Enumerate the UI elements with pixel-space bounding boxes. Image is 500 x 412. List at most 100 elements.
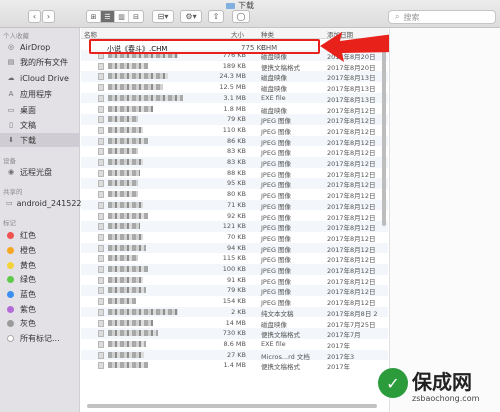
file-row[interactable]: 71 KB JPEG 图像 2017年8月12日	[81, 199, 388, 211]
sidebar-tag-red[interactable]: 红色	[0, 228, 80, 242]
gallery-view-button[interactable]: ⊟	[129, 11, 143, 22]
share-button[interactable]: ⇧	[208, 10, 224, 23]
file-row[interactable]: 1.8 MB 磁盘映像 2017年8月12日	[81, 104, 388, 115]
sidebar-item-remote-disc[interactable]: ◉ 远程光盘	[0, 165, 80, 179]
group-button[interactable]: ⊟▾	[152, 10, 174, 23]
file-size: 71 KB	[226, 200, 246, 209]
devices-header: 设备	[3, 157, 16, 165]
file-row[interactable]: 12.5 MB 磁盘映像 2017年8月13日	[81, 82, 388, 93]
sidebar-tag-gray[interactable]: 灰色	[0, 316, 80, 330]
blurred-file-name	[108, 223, 140, 230]
documents-icon: ▯	[9, 121, 13, 129]
blurred-file-name	[108, 340, 146, 347]
file-kind: JPEG 图像	[261, 192, 292, 201]
file-kind: JPEG 图像	[261, 299, 292, 308]
sidebar-all-tags[interactable]: 所有标记...	[0, 331, 80, 345]
file-row[interactable]: 95 KB JPEG 图像 2017年8月12日	[81, 178, 388, 189]
file-size: 100 KB	[222, 265, 246, 273]
file-row[interactable]: 2 KB 纯文本文稿 2017年8月8日 2	[81, 306, 388, 318]
file-size: 115 KB	[222, 254, 246, 263]
sidebar-item-documents[interactable]: ▯ 文稿	[0, 118, 80, 132]
file-kind: EXE file	[261, 339, 286, 348]
network-computer-icon: ▭	[6, 199, 13, 207]
sidebar-item-all-files[interactable]: ▤ 我的所有文件	[0, 55, 80, 69]
file-size: 121 KB	[222, 222, 246, 231]
file-date-added: 2017年8月12日	[327, 299, 376, 308]
file-row[interactable]: 14 MB 磁盘映像 2017年7月25日	[81, 318, 388, 329]
file-size: 91 KB	[226, 275, 246, 284]
file-row[interactable]: 8.6 MB EXE file 2017年	[81, 339, 388, 350]
file-row[interactable]: 80 KB JPEG 图像 2017年8月12日	[81, 189, 388, 200]
forward-button[interactable]: ›	[42, 10, 55, 23]
sidebar-tag-green[interactable]: 绿色	[0, 272, 80, 286]
folder-icon	[226, 2, 235, 9]
file-row[interactable]: 70 KB JPEG 图像 2017年8月12日	[81, 232, 388, 243]
file-icon	[98, 126, 104, 134]
file-row[interactable]: 91 KB JPEG 图像 2017年8月12日	[81, 275, 388, 286]
file-size: 95 KB	[226, 179, 246, 188]
sidebar-item-applications[interactable]: A 应用程序	[0, 87, 80, 101]
column-header-kind[interactable]: 种类	[261, 29, 274, 39]
tag-button[interactable]: ◯	[232, 10, 250, 23]
column-header-name[interactable]: 名称	[84, 29, 97, 39]
sidebar-tag-yellow[interactable]: 黄色	[0, 258, 80, 272]
file-row[interactable]: 24.3 MB 磁盘映像 2017年8月13日	[81, 71, 388, 82]
sidebar-item-downloads[interactable]: ⬇ 下载	[0, 133, 80, 147]
back-button[interactable]: ‹	[28, 10, 41, 23]
blurred-file-name	[108, 298, 136, 305]
file-row[interactable]: 100 KB JPEG 图像 2017年8月12日	[81, 264, 388, 275]
file-date-added: 2017年8月12日	[327, 224, 376, 233]
file-kind: JPEG 图像	[261, 213, 292, 222]
desktop-icon: ▭	[7, 106, 15, 114]
sidebar-item-desktop[interactable]: ▭ 桌面	[0, 103, 80, 117]
file-row[interactable]: 110 KB JPEG 图像 2017年8月12日	[81, 125, 388, 136]
green-tag-dot-icon	[7, 275, 14, 283]
file-date-added: 2017年7月	[327, 331, 361, 340]
file-row[interactable]: 79 KB JPEG 图像 2017年8月12日	[81, 285, 388, 296]
column-view-button[interactable]: ▥	[115, 11, 129, 22]
file-size: 80 KB	[226, 190, 246, 199]
file-row[interactable]: 3.1 MB EXE file 2017年8月13日	[81, 92, 388, 104]
file-row[interactable]: 94 KB JPEG 图像 2017年8月12日	[81, 242, 388, 254]
file-icon	[98, 276, 104, 284]
sidebar-tag-blue[interactable]: 蓝色	[0, 287, 80, 301]
file-row[interactable]: 154 KB JPEG 图像 2017年8月12日	[81, 296, 388, 307]
blurred-file-name	[108, 362, 148, 369]
file-date-added: 2017年8月12日	[327, 170, 376, 179]
file-row[interactable]: 1.4 MB 便携文稿格式 2017年	[81, 360, 388, 371]
file-row[interactable]: 730 KB 便携文稿格式 2017年7月	[81, 328, 388, 339]
sidebar-item-icloud[interactable]: ☁ iCloud Drive	[0, 71, 80, 85]
file-row[interactable]: 83 KB JPEG 图像 2017年8月12日	[81, 157, 388, 168]
action-button[interactable]: ⚙▾	[180, 10, 202, 23]
sidebar-item-airdrop[interactable]: ◎ AirDrop	[0, 40, 80, 54]
file-size: 189 KB	[222, 61, 246, 70]
vertical-scrollbar[interactable]	[382, 46, 386, 226]
list-view-button[interactable]: ☰	[101, 11, 115, 22]
sidebar-item-label: 所有标记...	[20, 333, 60, 343]
file-row[interactable]: 86 KB JPEG 图像 2017年8月12日	[81, 135, 388, 147]
file-date-added: 2017年8月12日	[327, 267, 376, 275]
sidebar-tag-orange[interactable]: 橙色	[0, 243, 80, 257]
file-kind: JPEG 图像	[261, 267, 292, 275]
file-row[interactable]: 92 KB JPEG 图像 2017年8月12日	[81, 211, 388, 222]
sidebar-tag-purple[interactable]: 紫色	[0, 302, 80, 316]
file-row[interactable]: 27 KB Micros...rd 文档 2017年3	[81, 349, 388, 361]
file-size: 3.1 MB	[223, 93, 246, 102]
column-header-size[interactable]: 大小	[231, 29, 244, 39]
file-row[interactable]: 121 KB JPEG 图像 2017年8月12日	[81, 221, 388, 232]
file-kind: JPEG 图像	[261, 181, 292, 190]
file-icon	[98, 148, 104, 156]
gray-tag-dot-icon	[7, 319, 14, 327]
file-size: 83 KB	[226, 158, 246, 166]
horizontal-scrollbar[interactable]	[87, 404, 377, 408]
highlighted-file-row[interactable]: 小说《春斗》.CHM 775 KB CHM	[89, 39, 320, 54]
icon-view-button[interactable]: ⊞	[87, 11, 101, 22]
sidebar-item-android[interactable]: ▭ android_241522	[0, 196, 82, 210]
file-row[interactable]: 88 KB JPEG 图像 2017年8月12日	[81, 168, 388, 179]
file-row[interactable]: 83 KB JPEG 图像 2017年8月12日	[81, 146, 388, 157]
file-icon	[98, 212, 104, 220]
search-field[interactable]: ⌕ 搜索	[388, 10, 496, 24]
file-row[interactable]: 79 KB JPEG 图像 2017年8月12日	[81, 114, 388, 125]
file-icon	[98, 191, 104, 199]
file-row[interactable]: 115 KB JPEG 图像 2017年8月12日	[81, 253, 388, 264]
